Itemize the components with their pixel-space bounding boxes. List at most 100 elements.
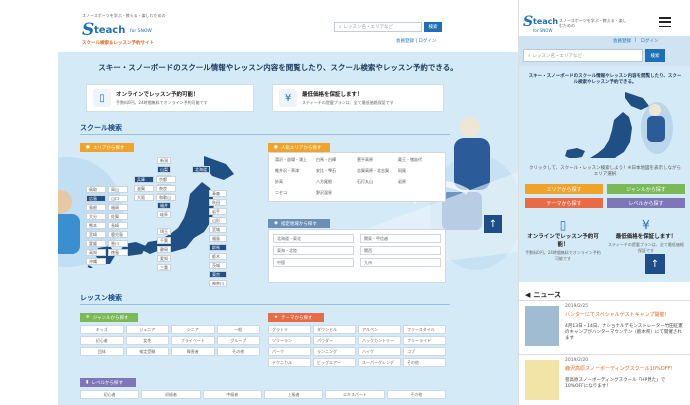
level-link[interactable]: エキスパート <box>325 390 385 399</box>
area-search-button[interactable]: エリアから探す <box>525 184 603 194</box>
tab-genre-search[interactable]: ❄ ジャンルから探す <box>80 313 138 322</box>
prefecture-link[interactable]: 埼玉 <box>157 228 171 235</box>
tab-level-search[interactable]: ▮ レベルから探す <box>80 378 136 387</box>
region-link[interactable]: 関東・甲信越 <box>360 234 441 243</box>
prefecture-link[interactable]: 高知 <box>86 249 106 256</box>
news-item[interactable]: 2019/2/20 鹿沢高原スノーボーディングスクール10%OFF！ 菅高原スノ… <box>525 358 685 404</box>
back-to-top-button[interactable]: ↑ <box>484 215 502 233</box>
genre-link[interactable]: 検定受験 <box>125 347 169 356</box>
theme-search-button[interactable]: テーマから探す <box>525 198 603 208</box>
prefecture-link[interactable]: 山梨 <box>157 166 171 173</box>
popular-area-link[interactable]: 湯沢・苗場・浦上 <box>275 157 316 163</box>
genre-link[interactable]: ジュニア <box>125 325 169 334</box>
prefecture-link[interactable]: 新潟 <box>157 157 171 164</box>
theme-link[interactable]: ツリーラン <box>268 336 311 345</box>
prefecture-link[interactable]: 岐阜 <box>157 211 171 218</box>
prefecture-link[interactable]: 山口 <box>108 195 128 202</box>
popular-area-link[interactable]: 安比・雫石 <box>316 168 357 174</box>
prefecture-link[interactable]: 千葉 <box>157 237 171 244</box>
genre-link[interactable]: 女性 <box>125 336 169 345</box>
level-link[interactable]: 中級者 <box>202 390 262 399</box>
prefecture-link[interactable]: 大阪 <box>134 194 154 201</box>
tab-popular-area[interactable]: ● 人気エリアから探す <box>268 143 330 152</box>
genre-link[interactable]: 初心者 <box>80 336 124 345</box>
register-link[interactable]: 会員登録 <box>613 38 631 44</box>
prefecture-link[interactable]: 東京 <box>209 271 227 278</box>
popular-area-link[interactable]: 蔵王・猪苗代 <box>398 157 439 163</box>
theme-link[interactable]: パウダー <box>313 336 356 345</box>
prefecture-link[interactable]: 徳島 <box>108 249 128 256</box>
prefecture-link[interactable]: 兵庫 <box>134 176 154 183</box>
popular-area-link[interactable]: 野沢温泉 <box>316 190 357 196</box>
prefecture-link[interactable]: 香川 <box>108 240 128 247</box>
level-search-button[interactable]: レベルから探す <box>607 198 685 208</box>
prefecture-link[interactable]: 秋田 <box>209 199 227 206</box>
search-button[interactable]: 検索 <box>424 22 442 32</box>
prefecture-link[interactable]: 福岡 <box>108 204 128 211</box>
prefecture-link[interactable]: 神奈川 <box>209 280 227 287</box>
genre-link[interactable]: 障害者 <box>171 347 215 356</box>
prefecture-link[interactable]: 広島 <box>86 195 106 202</box>
theme-link[interactable]: テクニカル <box>268 358 311 367</box>
prefecture-link[interactable]: 愛知 <box>157 255 171 262</box>
tab-region-search[interactable]: ◉ 指定地域から探す <box>268 219 330 228</box>
theme-link[interactable]: フリーライド <box>403 336 446 345</box>
genre-link[interactable]: その他 <box>216 347 260 356</box>
prefecture-link[interactable]: 栃木 <box>209 253 227 260</box>
site-logo[interactable]: S teach for SNOW スクール検索＆レッスン予約サイト <box>82 20 182 48</box>
theme-link[interactable]: その他 <box>403 358 446 367</box>
level-link[interactable]: その他 <box>386 390 446 399</box>
prefecture-link-hokkaido[interactable]: 北海道 <box>192 166 210 173</box>
region-link[interactable]: 関西 <box>360 246 441 255</box>
region-link[interactable]: 東海・北陸 <box>273 246 354 255</box>
search-input[interactable]: ⌕ レッスン名・エリアなど <box>334 22 422 32</box>
prefecture-link[interactable]: 岩手 <box>209 208 227 215</box>
login-link[interactable]: ログイン <box>641 38 659 44</box>
prefecture-link[interactable]: 茨城 <box>209 262 227 269</box>
search-button[interactable]: 検索 <box>645 49 665 62</box>
theme-link[interactable]: コブ <box>403 347 446 356</box>
prefecture-link[interactable]: 山形 <box>209 217 227 224</box>
theme-link[interactable]: ビッグエアー <box>313 358 356 367</box>
back-to-top-button[interactable]: ↑ <box>645 254 665 274</box>
prefecture-link[interactable]: 和歌山 <box>156 194 176 201</box>
region-link[interactable]: 九州 <box>360 258 441 267</box>
genre-link[interactable]: グループ <box>216 336 260 345</box>
genre-link[interactable]: 団体 <box>80 347 124 356</box>
prefecture-link[interactable]: 岡山 <box>108 186 128 193</box>
popular-area-link[interactable]: 白馬・白樺 <box>316 157 357 163</box>
prefecture-link[interactable]: 静岡 <box>157 246 171 253</box>
register-link[interactable]: 会員登録 <box>396 39 414 44</box>
login-link[interactable]: ログイン <box>418 39 436 44</box>
popular-area-link[interactable]: 志賀高原・北志賀 <box>357 168 398 174</box>
region-link[interactable]: 北海道・東北 <box>273 234 354 243</box>
genre-link[interactable]: プライベート <box>171 336 215 345</box>
popular-area-link[interactable]: 岩原 <box>398 179 439 185</box>
mobile-logo[interactable]: S teach for SNOW スノースポーツを学ぶ・教える・楽しむための <box>523 14 663 34</box>
prefecture-link[interactable]: 熊本 <box>86 222 106 229</box>
prefecture-link[interactable]: 三重 <box>157 264 171 271</box>
genre-search-button[interactable]: ジャンルから探す <box>607 184 685 194</box>
hamburger-icon[interactable] <box>659 17 671 27</box>
theme-link[interactable]: パーク <box>268 347 311 356</box>
prefecture-link[interactable]: 宮城 <box>209 226 227 233</box>
popular-area-link[interactable]: 八方尾根 <box>316 179 357 185</box>
theme-link[interactable]: ハイク <box>358 347 401 356</box>
prefecture-link[interactable]: 滋賀 <box>134 185 154 192</box>
popular-area-link[interactable]: 石打丸山 <box>357 179 398 185</box>
theme-link[interactable]: アルペン <box>358 325 401 334</box>
popular-area-link[interactable]: 軽井沢・草津 <box>275 168 316 174</box>
genre-link[interactable]: シニア <box>171 325 215 334</box>
theme-link[interactable]: スーパーグレンデ <box>358 358 401 367</box>
news-item[interactable]: 2019/2/25 ハンターにてスペシャルゲストキャンプ開催！ 4月13日・14… <box>525 304 685 350</box>
popular-area-link[interactable]: ニセコ <box>275 190 316 196</box>
theme-link[interactable]: バックカントリー <box>358 336 401 345</box>
popular-area-link[interactable]: 斑尾 <box>398 168 439 174</box>
level-link[interactable]: 上級者 <box>263 390 324 399</box>
prefecture-link[interactable]: 鹿児島 <box>108 231 128 238</box>
theme-link[interactable]: ダウンヒル <box>313 325 356 334</box>
prefecture-link[interactable]: 宮崎 <box>86 231 106 238</box>
prefecture-link[interactable]: 愛媛 <box>86 240 106 247</box>
prefecture-link[interactable]: 福井 <box>157 202 171 209</box>
genre-link[interactable]: 一般 <box>216 325 260 334</box>
